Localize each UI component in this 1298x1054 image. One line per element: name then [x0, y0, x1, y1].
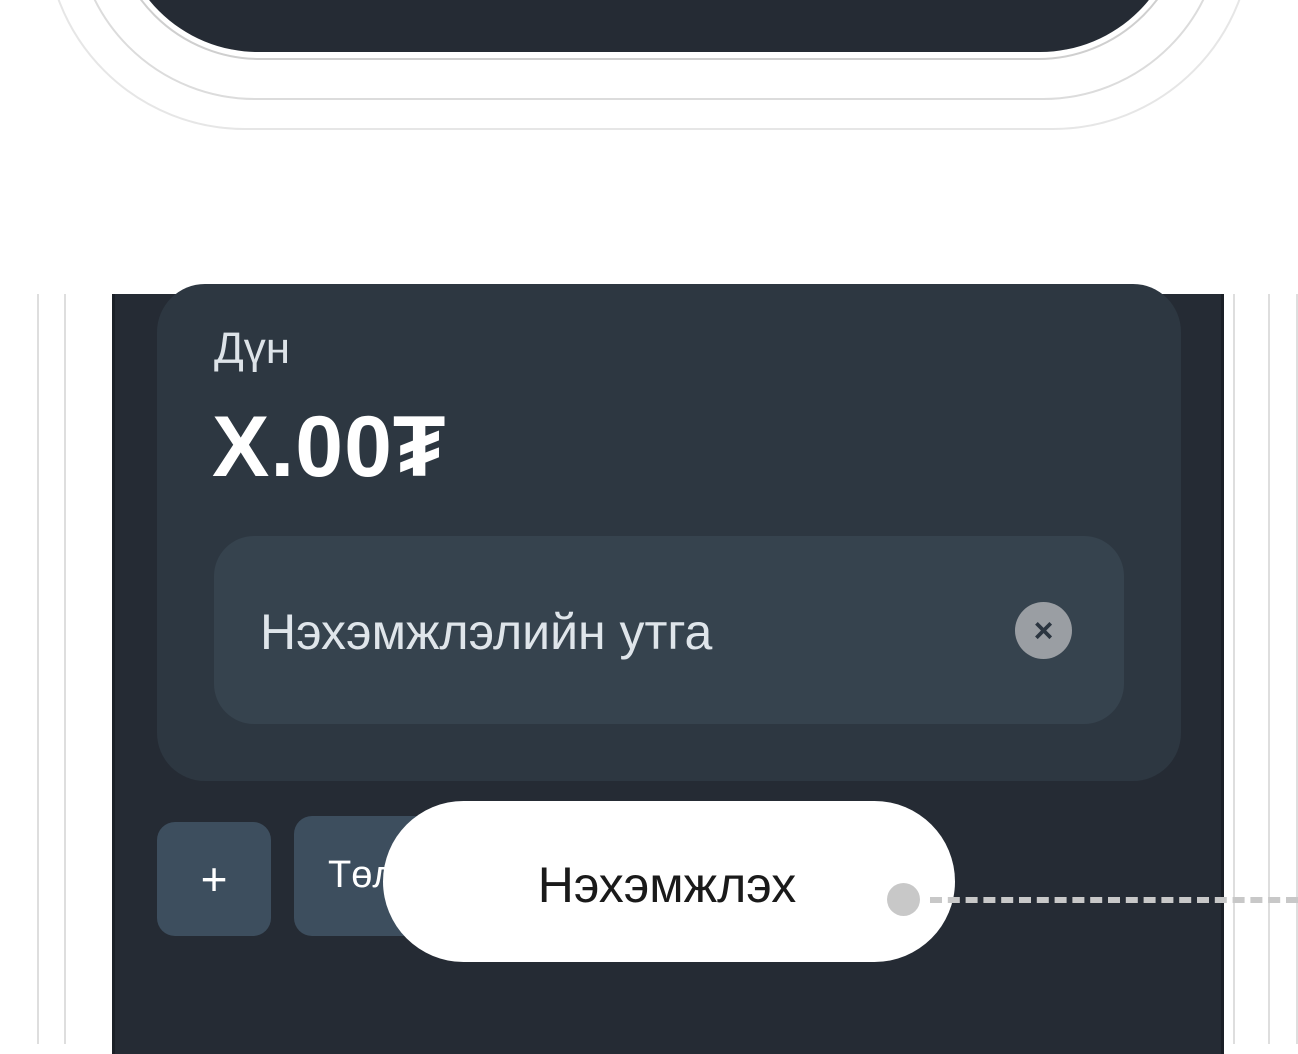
phone-outline-right	[1268, 294, 1270, 1044]
add-button[interactable]: +	[157, 822, 271, 936]
invoice-callout: Нэхэмжлэх	[383, 801, 955, 962]
clear-icon[interactable]: ×	[1015, 602, 1072, 659]
top-phone-frame	[0, 0, 1298, 140]
invoice-description-input[interactable]	[260, 600, 980, 664]
callout-dashed-line	[930, 897, 1298, 903]
amount-label: Дүн	[214, 324, 291, 373]
phone-screen	[118, 0, 1180, 52]
callout-label: Нэхэмжлэх	[537, 857, 797, 913]
callout-dot	[887, 883, 920, 916]
phone-outline-left-inner	[64, 294, 66, 1044]
amount-value: X.00₮	[212, 399, 447, 495]
phone-outline-left	[37, 294, 39, 1044]
phone-outline-right-inner	[1233, 294, 1235, 1044]
